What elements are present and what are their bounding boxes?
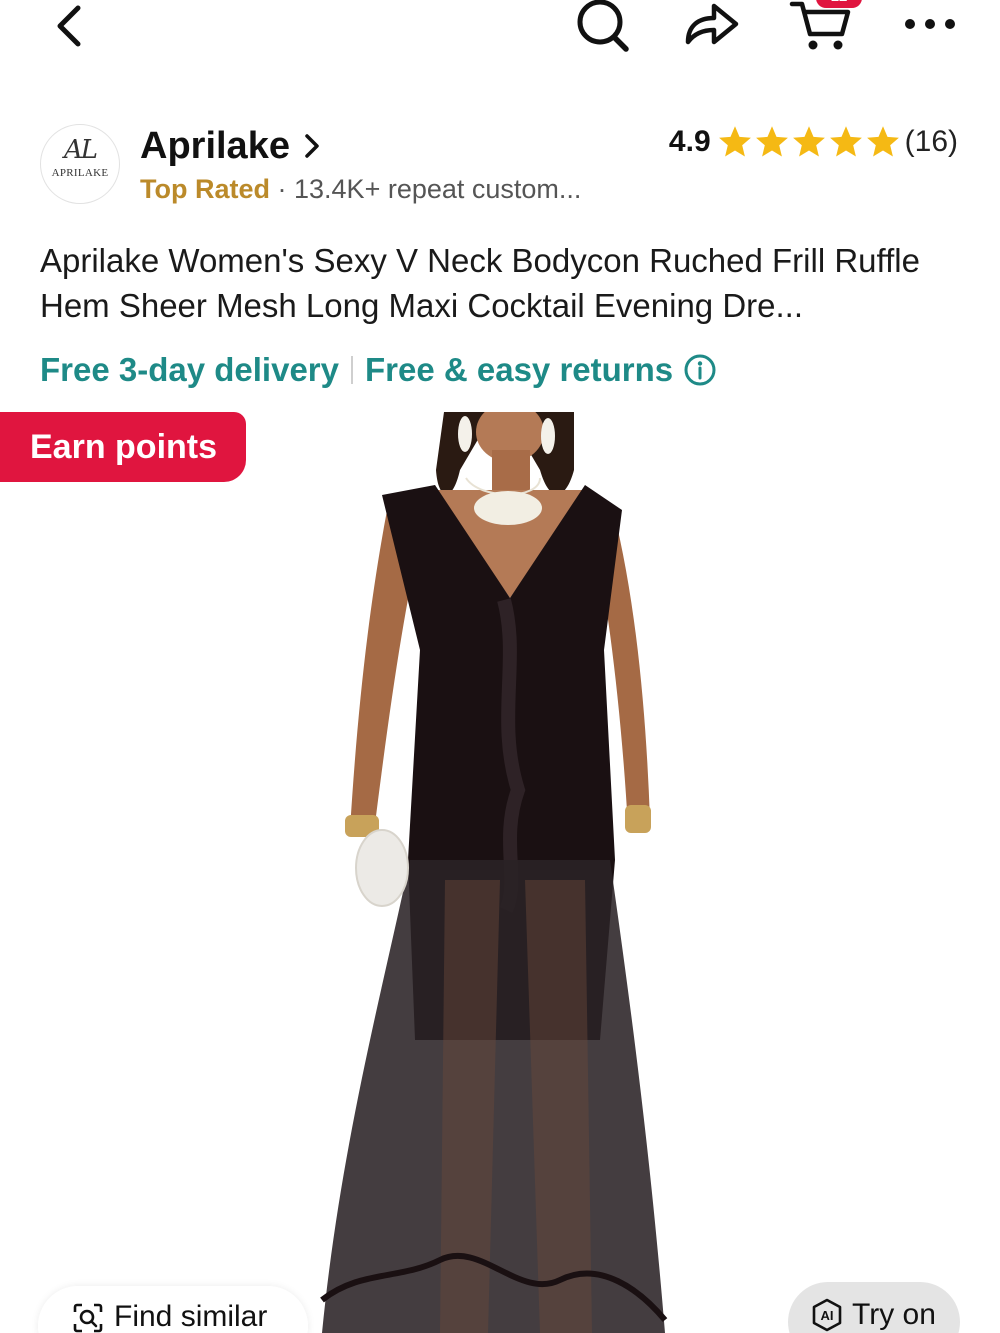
share-icon[interactable]: [678, 0, 744, 54]
seller-logo-text: APRILAKE: [51, 167, 109, 179]
star-icon: [829, 126, 862, 157]
product-page: 12 AL APRILAKE Aprilake Top Rated · 13.4…: [0, 0, 1000, 1333]
top-rated-badge: Top Rated: [140, 174, 270, 204]
cart-count-badge: 12: [816, 0, 862, 8]
seller-link[interactable]: Aprilake: [140, 122, 322, 170]
seller-name: Aprilake: [140, 124, 290, 167]
info-icon[interactable]: [683, 353, 717, 387]
back-icon[interactable]: [48, 2, 92, 50]
rating-score: 4.9: [668, 125, 711, 158]
more-icon[interactable]: [900, 6, 960, 42]
product-title: Aprilake Women's Sexy V Neck Bodycon Ruc…: [40, 242, 920, 324]
find-similar-icon: [73, 1303, 103, 1333]
delivery-info[interactable]: Free 3-day delivery Free & easy returns: [40, 348, 717, 392]
seller-logo[interactable]: AL APRILAKE: [40, 124, 120, 204]
divider: [351, 356, 353, 384]
rating-summary[interactable]: 4.9 (16): [669, 120, 958, 164]
try-on-button[interactable]: AI Try on: [788, 1282, 960, 1333]
cart-icon: [789, 1, 851, 50]
cart-button[interactable]: 12: [788, 0, 862, 54]
find-similar-button[interactable]: Find similar: [38, 1286, 308, 1333]
review-count: (16): [904, 125, 958, 158]
find-similar-label: Find similar: [114, 1300, 268, 1333]
svg-text:AI: AI: [821, 1308, 834, 1323]
try-on-label: Try on: [852, 1298, 936, 1331]
ai-try-on-icon: AI: [812, 1298, 842, 1332]
free-returns-label: Free & easy returns: [365, 351, 674, 388]
rating-stars: [717, 124, 902, 160]
star-icon: [792, 126, 825, 157]
chevron-right-icon: [305, 134, 319, 158]
star-icon: [718, 126, 751, 157]
seller-logo-monogram: AL: [63, 135, 98, 165]
repeat-customers-text: · 13.4K+ repeat custom...: [277, 174, 582, 204]
search-icon[interactable]: [570, 0, 636, 56]
free-delivery-label: Free 3-day delivery: [40, 351, 339, 388]
earn-points-badge[interactable]: Earn points: [0, 412, 246, 482]
star-icon: [755, 126, 788, 157]
product-image[interactable]: [0, 412, 1000, 1333]
seller-meta: Top Rated · 13.4K+ repeat custom...: [140, 174, 581, 205]
top-nav: 12: [0, 0, 1000, 64]
star-icon: [866, 126, 899, 157]
